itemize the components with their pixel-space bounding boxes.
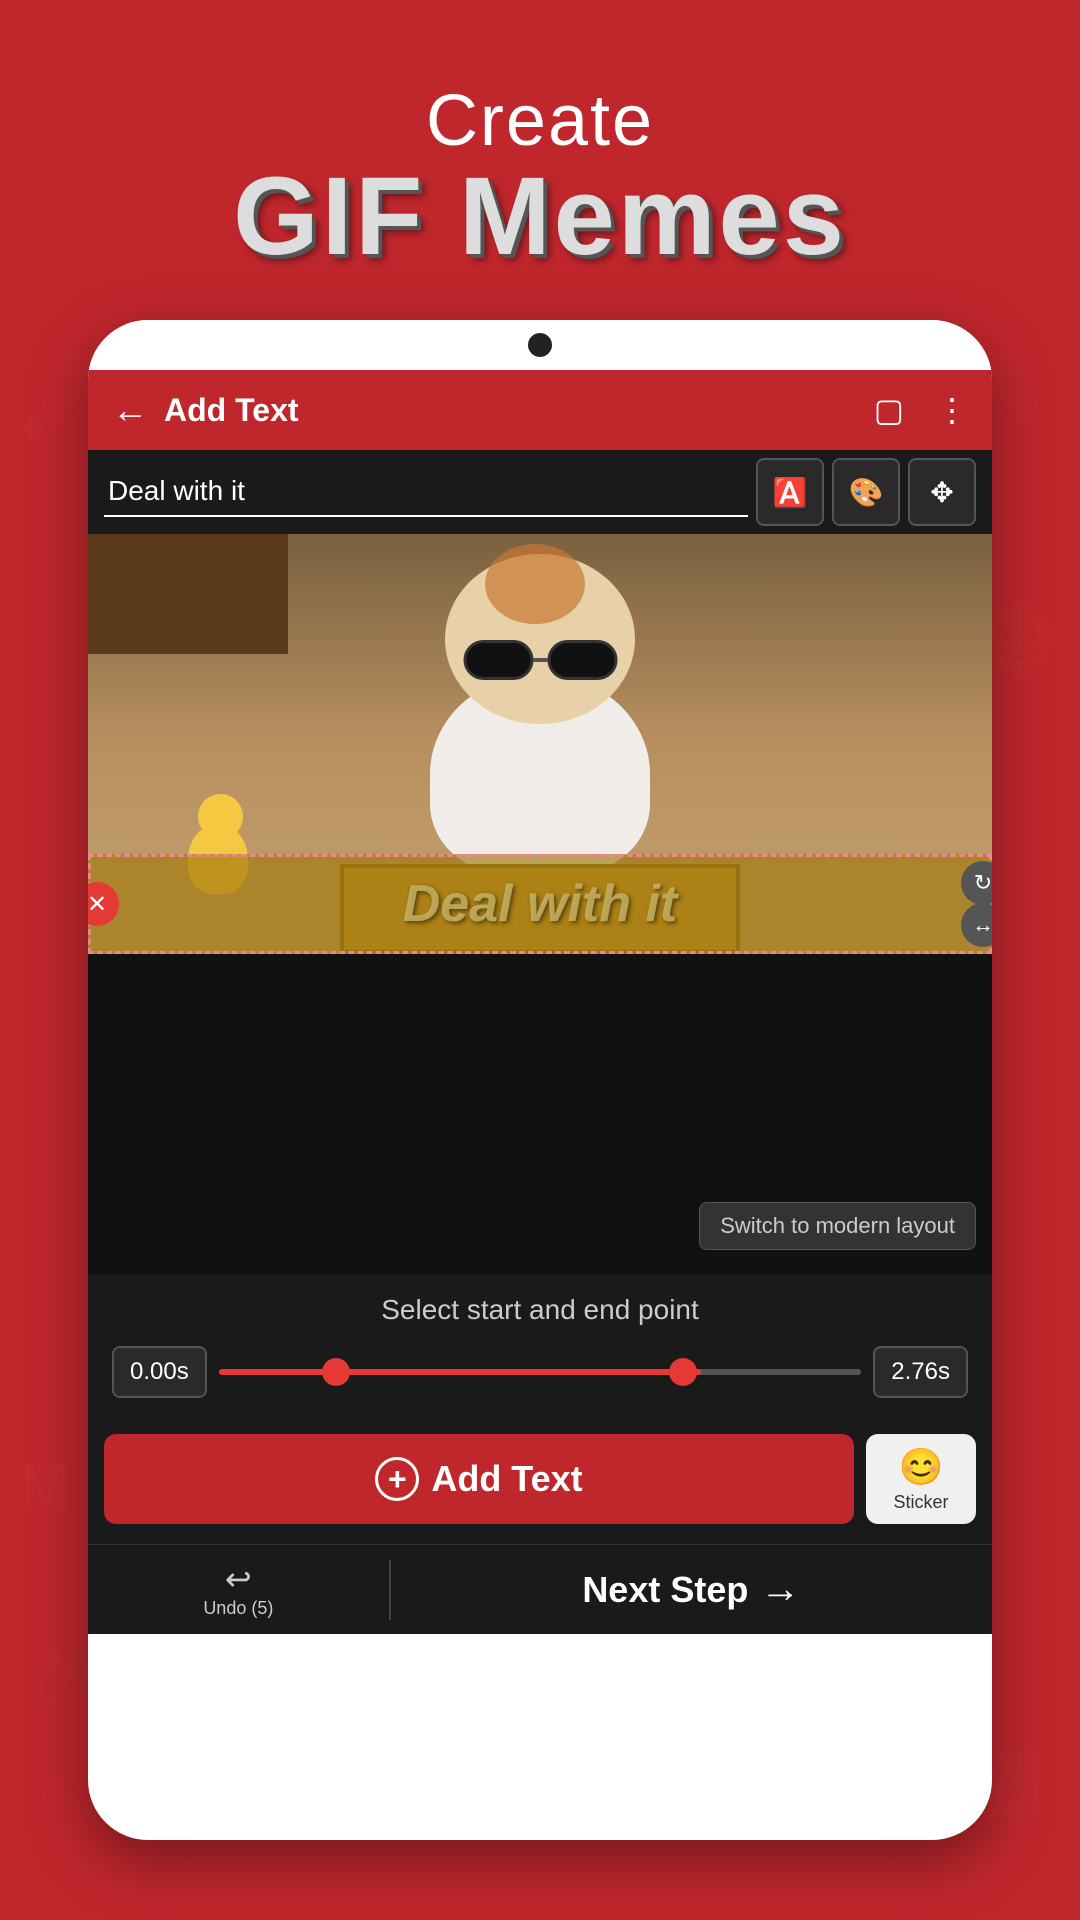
add-text-button[interactable]: + Add Text — [104, 1434, 854, 1524]
slider-thumb-start[interactable] — [322, 1358, 350, 1386]
plus-icon: + — [388, 1463, 407, 1495]
timeline-slider[interactable] — [219, 1352, 862, 1392]
meme-rotate-button[interactable]: ↻ — [961, 861, 992, 905]
slider-thumb-end[interactable] — [669, 1358, 697, 1386]
slider-track — [219, 1369, 862, 1375]
fullscreen-icon[interactable]: ▢ — [874, 391, 904, 429]
app-bar-title: Add Text — [164, 392, 842, 429]
app-bar: ← Add Text ▢ ⋮ — [88, 370, 992, 450]
meme-close-button[interactable]: ✕ — [88, 882, 119, 926]
bottom-buttons: + Add Text 😊 Sticker — [88, 1418, 992, 1544]
end-time-badge: 2.76s — [873, 1346, 968, 1398]
timeline-section: Select start and end point 0.00s 2.76s — [88, 1274, 992, 1418]
meme-text-overlay[interactable]: ✕ Deal with it ↻ ↔ — [88, 854, 992, 954]
start-time-badge: 0.00s — [112, 1346, 207, 1398]
undo-icon: ↩ — [225, 1560, 252, 1598]
slider-fill — [219, 1369, 701, 1375]
timeline-row: 0.00s 2.76s — [112, 1346, 968, 1398]
text-input-row: 🅰️ 🎨 ✥ — [88, 450, 992, 534]
phone-top — [88, 320, 992, 370]
phone-mockup: ← Add Text ▢ ⋮ 🅰️ 🎨 ✥ — [88, 320, 992, 1840]
footer-nav: ↩ Undo (5) Next Step → — [88, 1544, 992, 1634]
back-button[interactable]: ← — [112, 389, 148, 431]
next-step-label: Next Step — [582, 1569, 748, 1611]
fill-color-icon: 🎨 — [849, 476, 884, 509]
undo-label: Undo (5) — [203, 1598, 273, 1619]
phone-camera — [528, 333, 552, 357]
text-style-icon: 🅰️ — [773, 476, 808, 509]
fill-color-button[interactable]: 🎨 — [832, 458, 900, 526]
select-points-label: Select start and end point — [112, 1294, 968, 1326]
header-title: GIF Memes — [0, 162, 1080, 272]
undo-button[interactable]: ↩ Undo (5) — [88, 1560, 389, 1619]
header-area: Create GIF Memes — [0, 80, 1080, 272]
dark-area: Switch to modern layout — [88, 954, 992, 1274]
next-arrow-icon: → — [760, 1567, 800, 1612]
move-button[interactable]: ✥ — [908, 458, 976, 526]
sticker-button[interactable]: 😊 Sticker — [866, 1434, 976, 1524]
text-input[interactable] — [104, 467, 748, 517]
add-text-label: Add Text — [431, 1458, 582, 1500]
more-options-icon[interactable]: ⋮ — [936, 391, 968, 429]
sticker-icon: 😊 — [899, 1446, 944, 1488]
meme-text: Deal with it — [403, 874, 677, 934]
move-icon: ✥ — [930, 476, 953, 509]
text-style-button[interactable]: 🅰️ — [756, 458, 824, 526]
sticker-label: Sticker — [893, 1492, 948, 1513]
gif-preview: ✕ Deal with it ↻ ↔ — [88, 534, 992, 954]
meme-resize-button[interactable]: ↔ — [961, 903, 992, 947]
header-create: Create — [0, 80, 1080, 162]
switch-layout-badge[interactable]: Switch to modern layout — [699, 1202, 976, 1250]
add-icon: + — [375, 1457, 419, 1501]
next-step-button[interactable]: Next Step → — [391, 1567, 992, 1612]
